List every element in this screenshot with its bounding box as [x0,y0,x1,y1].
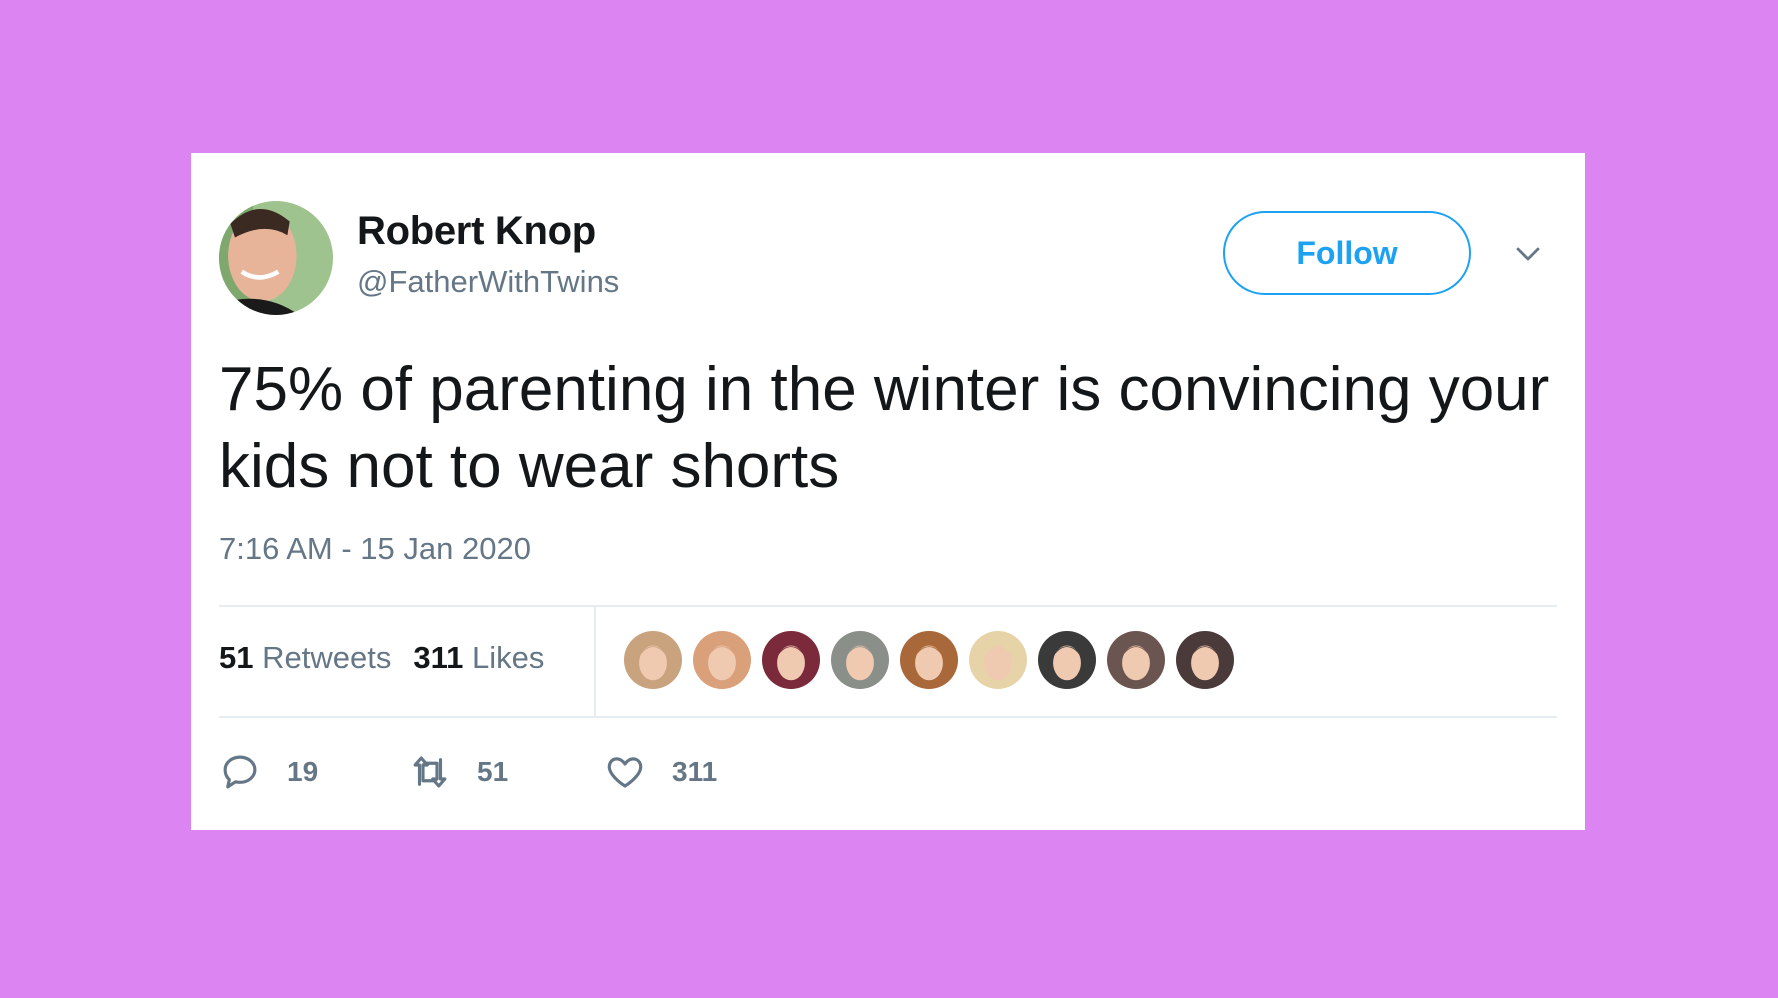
divider [219,716,1557,718]
likes-count: 311 [413,640,464,675]
liker-avatar[interactable] [1176,631,1234,689]
like-button[interactable]: 311 [604,751,717,793]
liker-avatar[interactable] [693,631,751,689]
retweet-count: 51 [477,756,509,787]
likes-label: Likes [471,640,545,675]
profile-photo [900,631,958,689]
reply-icon [223,755,257,789]
profile-photo [831,631,889,689]
like-count: 311 [672,756,718,787]
author-name[interactable]: Robert Knop [357,209,596,254]
profile-photo [969,631,1027,689]
chevron-down-icon[interactable] [1513,239,1543,269]
tweet-text: 75% of parenting in the winter is convin… [219,355,1550,501]
divider [219,605,1557,607]
author-avatar[interactable] [219,201,333,315]
stats-divider [594,607,596,716]
tweet-card: Robert Knop @FatherWithTwins Follow 75% … [191,153,1585,830]
profile-photo [1038,631,1096,689]
liker-avatar[interactable] [969,631,1027,689]
liker-avatar[interactable] [900,631,958,689]
liker-avatar[interactable] [1038,631,1096,689]
retweet-icon [413,756,447,788]
tweet-timestamp[interactable]: 7:16 AM - 15 Jan 2020 [219,531,531,567]
reply-count: 19 [287,756,319,787]
liker-avatar[interactable] [762,631,820,689]
profile-photo [693,631,751,689]
profile-photo [624,631,682,689]
profile-photo [1107,631,1165,689]
engagement-stats: 51 Retweets 311 Likes [219,640,544,676]
heart-icon [607,757,643,788]
follow-button[interactable]: Follow [1223,211,1471,295]
profile-photo [1176,631,1234,689]
liker-avatars [624,631,1245,689]
retweets-stat[interactable]: 51 Retweets [219,640,391,675]
author-handle[interactable]: @FatherWithTwins [357,264,619,300]
profile-photo [219,201,333,315]
liker-avatar[interactable] [624,631,682,689]
tweet-actions: 19 51 311 [219,751,717,793]
retweets-count: 51 [219,640,254,675]
retweets-label: Retweets [262,640,392,675]
retweet-button[interactable]: 51 [409,751,604,793]
liker-avatar[interactable] [831,631,889,689]
profile-photo [762,631,820,689]
reply-button[interactable]: 19 [219,751,409,793]
likes-stat[interactable]: 311 Likes [413,640,544,675]
liker-avatar[interactable] [1107,631,1165,689]
